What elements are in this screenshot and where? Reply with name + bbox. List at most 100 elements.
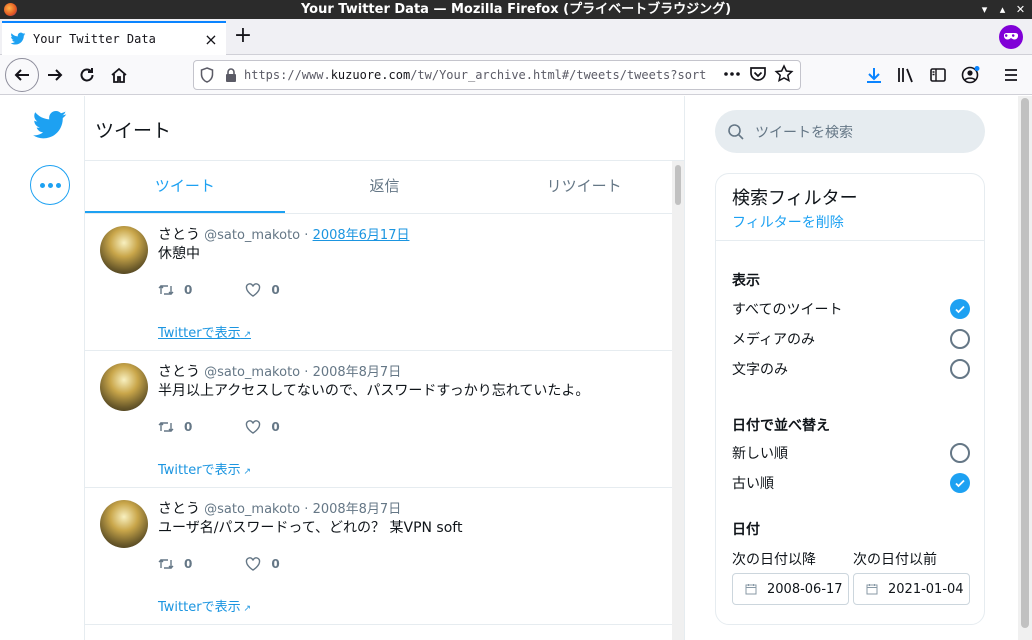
account-button[interactable] — [955, 60, 985, 90]
browser-tab[interactable]: Your Twitter Data × — [2, 21, 226, 55]
option-label: 新しい順 — [732, 446, 788, 462]
home-icon — [111, 67, 127, 83]
display-option-media[interactable]: メディアのみ — [732, 328, 970, 350]
like-icon[interactable] — [245, 283, 261, 297]
sort-section-title: 日付で並べ替え — [732, 418, 830, 434]
retweet-count: 0 — [184, 557, 193, 571]
like-count: 0 — [271, 420, 280, 434]
library-button[interactable] — [891, 60, 921, 90]
new-tab-button[interactable]: + — [230, 24, 256, 50]
sort-option-oldest[interactable]: 古い順 — [732, 472, 970, 494]
page-title: ツイート — [85, 96, 684, 161]
dot-icon — [39, 182, 45, 188]
retweet-icon[interactable] — [158, 557, 174, 571]
twitter-logo-icon[interactable] — [33, 110, 67, 140]
tweet-date-link[interactable]: 2008年8月7日 — [313, 502, 402, 517]
dot-icon — [47, 182, 53, 188]
feed-scrollbar-thumb[interactable] — [675, 165, 681, 205]
page-scrollbar[interactable] — [1018, 96, 1032, 640]
lock-icon[interactable] — [224, 67, 238, 83]
retweet-icon[interactable] — [158, 420, 174, 434]
sidebar-button[interactable] — [923, 60, 953, 90]
date-to-field[interactable]: 2021-01-04 — [853, 573, 970, 605]
avatar[interactable] — [100, 500, 148, 548]
tweet-date-link[interactable]: 2008年6月17日 — [313, 228, 410, 243]
display-option-text[interactable]: 文字のみ — [732, 358, 970, 380]
forward-icon — [48, 69, 63, 81]
like-count: 0 — [271, 283, 280, 297]
back-icon — [14, 69, 29, 81]
downloads-button[interactable] — [859, 60, 889, 90]
avatar[interactable] — [100, 363, 148, 411]
date-from-label: 次の日付以降 — [732, 552, 816, 568]
date-from-field[interactable]: 2008-06-17 — [732, 573, 849, 605]
url-text[interactable]: https://www.kuzuore.com/tw/Your_archive.… — [244, 68, 706, 82]
filter-title: 検索フィルター — [732, 188, 858, 209]
window-title: Your Twitter Data — Mozilla Firefox (プライ… — [300, 2, 732, 17]
close-window-icon[interactable]: ✕ — [1013, 2, 1028, 17]
radio-icon[interactable] — [950, 443, 970, 463]
star-icon[interactable] — [774, 64, 794, 84]
tweet-feed: さとう @sato_makoto · 2008年6月17日 休憩中 0 0 Tw… — [85, 214, 673, 625]
tweet-date-link[interactable]: 2008年8月7日 — [313, 365, 402, 380]
like-icon[interactable] — [245, 420, 261, 434]
download-icon — [867, 68, 881, 83]
minimize-icon[interactable]: ▾ — [977, 2, 992, 17]
maximize-icon[interactable]: ▴ — [995, 2, 1010, 17]
radio-checked-icon[interactable] — [950, 473, 970, 493]
home-button[interactable] — [104, 60, 134, 90]
tweet-separator: · — [304, 502, 309, 517]
search-placeholder: ツイートを検索 — [755, 124, 853, 141]
option-label: 文字のみ — [732, 362, 788, 378]
tab-replies[interactable]: 返信 — [285, 161, 485, 213]
private-browsing-icon — [999, 25, 1023, 49]
radio-icon[interactable] — [950, 329, 970, 349]
display-section-title: 表示 — [732, 273, 760, 289]
tweet-header: さとう @sato_makoto · 2008年8月7日 — [158, 361, 401, 381]
tweet-author-name: さとう — [158, 227, 200, 243]
retweet-icon[interactable] — [158, 283, 174, 297]
more-options-button[interactable] — [30, 165, 70, 205]
filter-header: 検索フィルター フィルターを削除 — [716, 174, 984, 241]
more-icon[interactable] — [722, 64, 742, 84]
menu-icon — [1005, 69, 1017, 81]
tweet-handle: @sato_makoto — [204, 365, 301, 380]
sort-option-newest[interactable]: 新しい順 — [732, 442, 970, 464]
radio-icon[interactable] — [950, 359, 970, 379]
like-icon[interactable] — [245, 557, 261, 571]
feed-scrollbar[interactable] — [672, 161, 684, 640]
reload-button[interactable] — [72, 60, 102, 90]
tweet-tabs: ツイート 返信 リツイート — [85, 161, 684, 214]
retweet-count: 0 — [184, 283, 193, 297]
firefox-icon — [4, 3, 17, 16]
url-bar[interactable]: https://www.kuzuore.com/tw/Your_archive.… — [193, 60, 801, 90]
tweet-separator: · — [304, 228, 309, 243]
tweet-separator: · — [304, 365, 309, 380]
window-titlebar: Your Twitter Data — Mozilla Firefox (プライ… — [0, 0, 1032, 19]
like-count: 0 — [271, 557, 280, 571]
right-sidebar: ツイートを検索 検索フィルター フィルターを削除 表示 すべてのツイート メディ… — [686, 96, 1018, 640]
forward-button[interactable] — [40, 60, 70, 90]
tab-close-icon[interactable]: × — [204, 30, 218, 49]
clear-filter-link[interactable]: フィルターを削除 — [732, 212, 968, 232]
tweet-text: 半月以上アクセスしてないので、パスワードすっかり忘れていたよ。 — [158, 383, 590, 399]
radio-checked-icon[interactable] — [950, 299, 970, 319]
tab-tweets[interactable]: ツイート — [85, 161, 285, 213]
search-input[interactable]: ツイートを検索 — [715, 110, 985, 153]
menu-button[interactable] — [996, 60, 1026, 90]
view-on-twitter-link[interactable]: Twitterで表示 ↗ — [158, 459, 251, 478]
avatar[interactable] — [100, 226, 148, 274]
library-icon — [898, 68, 913, 83]
shield-icon[interactable] — [200, 67, 214, 83]
back-button[interactable] — [5, 58, 39, 92]
view-on-twitter-link[interactable]: Twitterで表示 ↗ — [158, 322, 251, 341]
external-link-icon: ↗ — [240, 330, 251, 340]
reload-icon — [80, 68, 94, 82]
pocket-icon[interactable] — [748, 64, 768, 84]
tab-strip: Your Twitter Data × + — [0, 19, 1032, 55]
display-option-all[interactable]: すべてのツイート — [732, 298, 970, 320]
option-label: すべてのツイート — [732, 302, 843, 318]
page-scrollbar-thumb[interactable] — [1021, 98, 1029, 628]
view-on-twitter-link[interactable]: Twitterで表示 ↗ — [158, 596, 251, 615]
tab-retweets[interactable]: リツイート — [484, 161, 684, 213]
